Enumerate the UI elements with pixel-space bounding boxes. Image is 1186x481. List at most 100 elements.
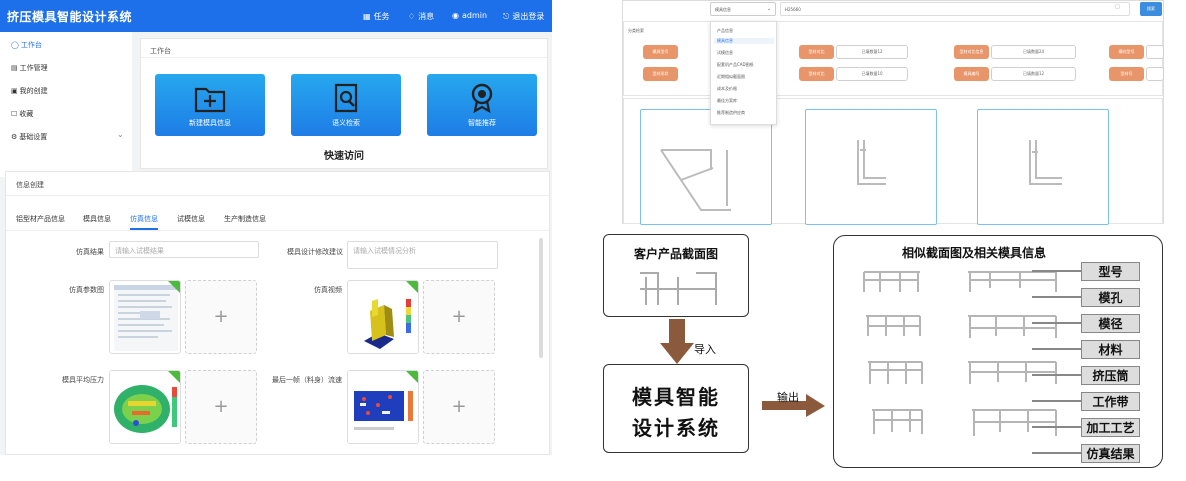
filter-value[interactable] xyxy=(1146,67,1164,81)
search-screenshot: 模具信息 ⌄ H25660 □ 搜索 分类检索 模具型号 型材形状 型材对比 已填… xyxy=(622,0,1164,225)
nav-logout[interactable]: ⎋ 退出登录 xyxy=(503,11,544,22)
filter-value[interactable]: 已填数量10 xyxy=(836,67,908,81)
upload-button[interactable]: + xyxy=(185,280,257,354)
result-card[interactable] xyxy=(977,109,1109,225)
chevron-down-icon[interactable]: ⌄ xyxy=(117,130,124,139)
filter-chip[interactable]: 型材对比信息 xyxy=(954,45,989,59)
result-card[interactable] xyxy=(640,109,772,225)
dropdown-item[interactable]: 最佳方案库 xyxy=(717,98,737,104)
filter-chip[interactable]: 型材对比 xyxy=(799,45,834,59)
tile-smart-recommend[interactable]: 智能推荐 xyxy=(427,74,537,136)
result-card[interactable] xyxy=(805,109,937,225)
filter-chip[interactable]: 型材形状 xyxy=(643,67,678,81)
info-header: 信息创建 xyxy=(16,181,44,189)
design-suggest-label: 模具设计修改建议 xyxy=(287,248,343,256)
search-input[interactable]: H25660 xyxy=(780,2,1130,16)
star-icon: ☐ xyxy=(11,110,18,118)
task-icon: ▦ xyxy=(363,12,371,21)
filter-chip[interactable]: 模具编号 xyxy=(954,67,989,81)
filter-section-label: 分类检索 xyxy=(628,28,644,33)
connector-line xyxy=(1032,322,1082,324)
category-dropdown-menu: 产品信息 模具信息 试模信息 配套机产品CAD图纸 近期相似截面图 成本及价格 … xyxy=(710,21,777,125)
dropdown-item-selected[interactable]: 模具信息 xyxy=(714,38,774,44)
filter-value[interactable]: 已填数量12 xyxy=(836,45,908,59)
tab-aluminum-product[interactable]: 铝型材产品信息 xyxy=(16,214,65,224)
sim-video-thumbnail[interactable] xyxy=(347,280,419,354)
sidebar-item-my-created[interactable]: ▣ 我的创建 xyxy=(11,86,48,96)
last-frame-label: 最后一帧（料身）流速 xyxy=(272,376,342,384)
filter-chip[interactable]: 型材号 xyxy=(1109,67,1144,81)
import-label: 导入 xyxy=(694,343,716,356)
chevron-down-icon: ⌄ xyxy=(766,6,771,12)
tile-label: 智能推荐 xyxy=(468,119,496,127)
nav-user[interactable]: ◉ admin xyxy=(452,11,487,20)
tag-machining: 加工工艺 xyxy=(1081,418,1140,437)
upload-button[interactable]: + xyxy=(185,370,257,444)
home-icon: ◯ xyxy=(11,41,19,49)
dropdown-item[interactable]: 产品信息 xyxy=(717,28,733,34)
connector-line xyxy=(1032,426,1082,428)
tile-new-mold[interactable]: 新建模具信息 xyxy=(155,74,265,136)
filter-value[interactable] xyxy=(1146,45,1164,59)
divider xyxy=(6,195,549,196)
sim-result-input[interactable]: 请输入试模结果 xyxy=(109,241,259,258)
dropdown-item[interactable]: 成本及价格 xyxy=(717,86,737,92)
briefcase-icon: ▤ xyxy=(11,64,18,72)
system-title-line2: 设计系统 xyxy=(632,416,720,440)
sim-result-label: 仿真结果 xyxy=(76,248,104,256)
sim-params-thumbnail[interactable] xyxy=(109,280,181,354)
tab-trial-info[interactable]: 试模信息 xyxy=(177,214,205,224)
tag-container: 挤压筒 xyxy=(1081,366,1140,385)
info-creation-panel: 信息创建 铝型材产品信息 模具信息 仿真信息 试模信息 生产制造信息 仿真结果 … xyxy=(5,171,550,455)
connector-line xyxy=(1032,400,1082,402)
customer-section-box: 客户产品截面图 xyxy=(603,234,749,317)
filter-value[interactable]: 已填数量12 xyxy=(991,67,1076,81)
bell-icon: ♢ xyxy=(408,12,416,21)
uploaded-check-icon xyxy=(406,371,418,383)
filter-value[interactable]: 已填数量24 xyxy=(991,45,1076,59)
tile-semantic-search[interactable]: 语义检索 xyxy=(291,74,401,136)
logout-icon: ⎋ xyxy=(503,11,510,21)
sidebar-item-work-management[interactable]: ▤ 工作管理 xyxy=(11,63,48,73)
upload-button[interactable]: + xyxy=(423,370,495,444)
tag-material: 材料 xyxy=(1081,340,1140,359)
divider xyxy=(6,230,549,231)
search-button[interactable]: 搜索 xyxy=(1140,2,1162,16)
filter-chip[interactable]: 型材对比 xyxy=(799,67,834,81)
tag-sim-result: 仿真结果 xyxy=(1081,444,1140,463)
filter-chip[interactable]: 横向型号 xyxy=(1109,45,1144,59)
clear-icon[interactable]: □ xyxy=(1115,4,1120,10)
dropdown-item[interactable]: 配套机产品CAD图纸 xyxy=(717,62,754,68)
uploaded-check-icon xyxy=(168,281,180,293)
avg-pressure-label: 模具平均压力 xyxy=(62,376,104,384)
last-frame-thumbnail[interactable] xyxy=(347,370,419,444)
tab-manufacturing-info[interactable]: 生产制造信息 xyxy=(224,214,266,224)
nav-tasks[interactable]: ▦ 任务 xyxy=(363,11,390,22)
scrollbar[interactable] xyxy=(539,238,543,358)
folder-plus-icon xyxy=(194,87,226,113)
tab-simulation-info[interactable]: 仿真信息 xyxy=(130,214,158,230)
sidebar-item-favorites[interactable]: ☐ 收藏 xyxy=(11,109,33,119)
dropdown-item[interactable]: 试模信息 xyxy=(717,50,733,56)
sidebar-item-workbench[interactable]: ◯ 工作台 xyxy=(11,40,42,50)
output-label: 输出 xyxy=(777,391,799,404)
app-title: 挤压模具智能设计系统 xyxy=(7,10,133,24)
category-select[interactable]: 模具信息 ⌄ xyxy=(710,2,776,16)
design-suggest-textarea[interactable]: 请输入试模情况分析 xyxy=(347,241,498,269)
arrow-down-icon xyxy=(660,319,694,364)
upload-button[interactable]: + xyxy=(423,280,495,354)
avg-pressure-thumbnail[interactable] xyxy=(109,370,181,444)
tab-mold-info[interactable]: 模具信息 xyxy=(83,214,111,224)
quick-access-title: 快速访问 xyxy=(324,151,364,162)
dropdown-item[interactable]: 推荐制造供应商 xyxy=(717,110,745,116)
profile-section-image xyxy=(857,140,886,185)
customer-section-title: 客户产品截面图 xyxy=(633,247,718,261)
filter-chip[interactable]: 模具型号 xyxy=(643,45,678,59)
nav-messages[interactable]: ♢ 消息 xyxy=(408,11,434,22)
dropdown-item[interactable]: 近期相似截面图 xyxy=(717,74,745,80)
profile-section-image xyxy=(1029,140,1062,185)
sidebar-item-settings[interactable]: ⚙ 基础设置 xyxy=(11,132,47,142)
document-search-icon xyxy=(334,83,358,113)
uploaded-check-icon xyxy=(406,281,418,293)
similar-results-title: 相似截面图及相关模具信息 xyxy=(901,246,1046,260)
